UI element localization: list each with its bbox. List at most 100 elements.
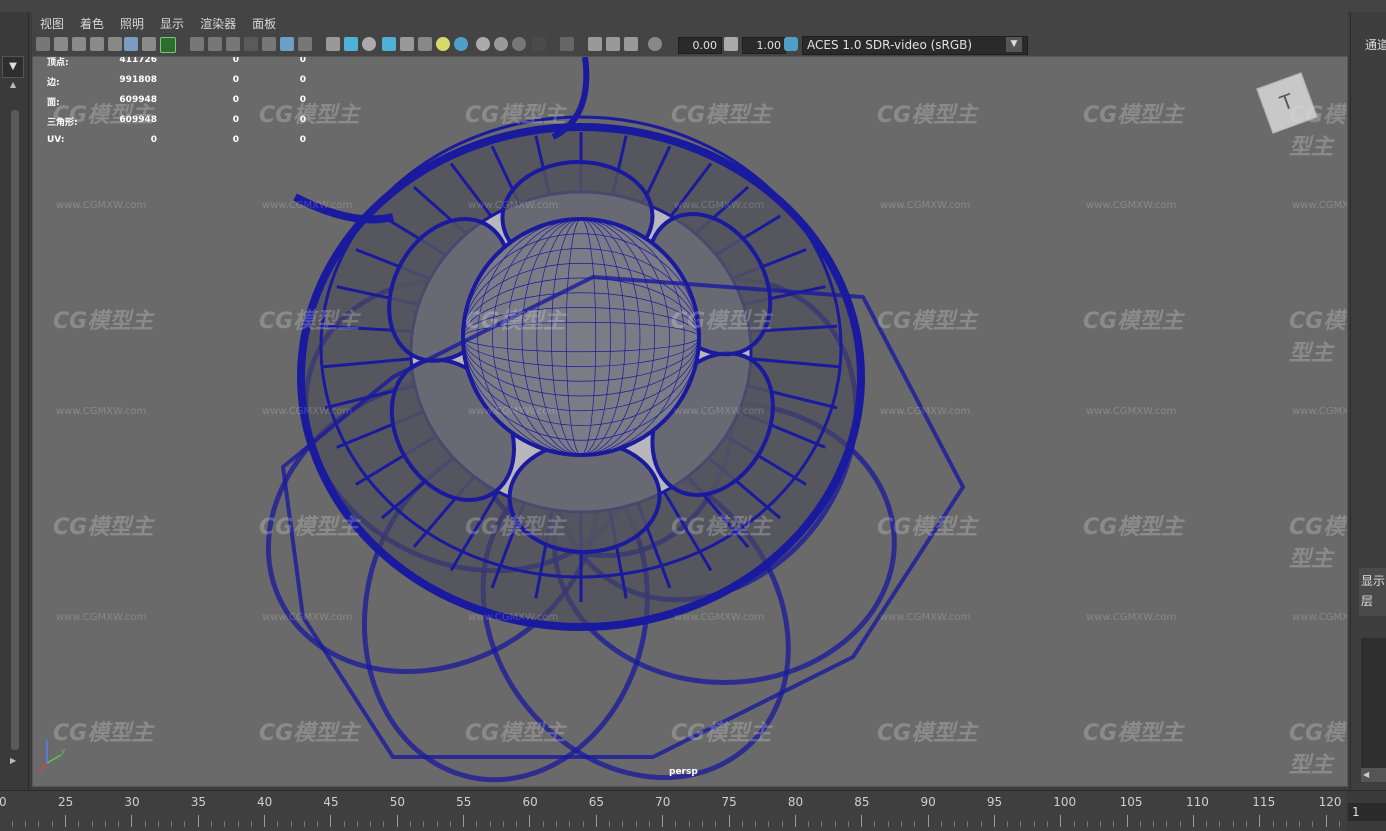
resolution-gate-icon[interactable] — [226, 37, 240, 51]
grid-icon[interactable] — [190, 37, 204, 51]
default-material-icon[interactable] — [362, 37, 376, 51]
watermark-logo: CG模型主 — [259, 515, 360, 540]
exposure-field[interactable]: 0.00 — [678, 37, 722, 54]
major-tick — [1259, 815, 1261, 827]
exposure-icon[interactable] — [648, 37, 662, 51]
chevron-down-icon[interactable]: ▼ — [1006, 37, 1022, 52]
camera-attributes-icon[interactable] — [54, 37, 68, 51]
scroll-down-arrow-icon[interactable]: ▶ — [10, 756, 16, 765]
axis-z-label: z — [45, 737, 49, 745]
menu-view[interactable]: 视图 — [32, 15, 72, 32]
color-management-icon[interactable] — [784, 37, 798, 51]
2d-pan-zoom-icon[interactable] — [124, 37, 138, 51]
tick-label: 90 — [920, 795, 936, 809]
gamma-field[interactable]: 1.00 — [742, 37, 786, 54]
menu-show[interactable]: 显示 — [152, 15, 192, 32]
minor-tick — [502, 821, 504, 827]
layer-list[interactable] — [1361, 638, 1386, 768]
wireframe-model — [265, 57, 966, 783]
minor-tick — [1232, 821, 1234, 827]
hud-value: 991808 — [119, 75, 157, 85]
select-camera-icon[interactable] — [36, 37, 50, 51]
wireframe-on-shaded-icon[interactable] — [382, 37, 396, 51]
grease-pencil-icon[interactable] — [142, 37, 156, 51]
textured-icon[interactable] — [400, 37, 414, 51]
image-plane-icon[interactable] — [90, 37, 104, 51]
watermark-url: www.CGMXW.com — [674, 612, 765, 623]
screen-space-ao-icon[interactable] — [454, 37, 468, 51]
hud-value: 0 — [232, 95, 239, 105]
scroll-left-arrow-icon[interactable]: ◀ — [1361, 768, 1386, 782]
smooth-shade-icon[interactable] — [344, 37, 358, 51]
time-slider[interactable]: 0 25 30 35 40 45 50 55 60 65 70 75 80 85 90 95 100 105 110… — [0, 790, 1386, 831]
channel-box-tab[interactable]: 通道 — [1365, 36, 1386, 53]
gamma-icon[interactable] — [724, 37, 738, 51]
multisample-aa-icon[interactable] — [494, 37, 508, 51]
xray-active-component-icon[interactable] — [588, 37, 602, 51]
left-dropdown-button[interactable]: ▼ — [2, 56, 24, 78]
shadows-icon[interactable] — [436, 37, 450, 51]
scroll-up-arrow-icon[interactable]: ▲ — [10, 80, 16, 89]
xray-joints-icon[interactable] — [606, 37, 620, 51]
bookmark-camera-icon[interactable] — [72, 37, 86, 51]
watermark-url: www.CGMXW.com — [1086, 406, 1177, 417]
perspective-viewport[interactable]: CG模型主 www.CGMXW.com CG模型主 www.CGMXW.com CG模型… — [32, 56, 1348, 787]
current-frame-field[interactable]: 1 — [1348, 803, 1386, 821]
center-sphere — [461, 217, 701, 457]
watermark-logo: CG模型主 — [259, 309, 360, 334]
major-tick — [927, 815, 929, 827]
watermark-url: www.CGMXW.com — [880, 612, 971, 623]
pencil-active-icon[interactable] — [160, 37, 176, 53]
minor-tick — [1166, 821, 1168, 827]
minor-tick — [1046, 821, 1048, 827]
isolate-select-icon[interactable] — [532, 37, 546, 51]
tick-label: 55 — [456, 795, 472, 809]
minor-tick — [516, 821, 518, 827]
film-gate-icon[interactable] — [208, 37, 222, 51]
display-tab[interactable]: 显示 — [1361, 572, 1385, 589]
motion-blur-icon[interactable] — [476, 37, 490, 51]
minor-tick — [980, 821, 982, 827]
minor-tick — [622, 821, 624, 827]
time-ruler[interactable]: 0 25 30 35 40 45 50 55 60 65 70 75 80 85 90 95 100 105 110… — [0, 791, 1346, 831]
color-space-dropdown[interactable]: ACES 1.0 SDR-video (sRGB) — [802, 36, 1028, 55]
watermark-logo: CG模型主 — [1083, 515, 1184, 540]
major-tick — [463, 815, 465, 827]
minor-tick — [741, 821, 743, 827]
safe-title-icon[interactable] — [298, 37, 312, 51]
hud-value: 0 — [232, 135, 239, 145]
menu-renderer[interactable]: 渲染器 — [192, 15, 244, 32]
watermark-url: www.CGMXW.com — [880, 406, 971, 417]
minor-tick — [317, 821, 319, 827]
backface-culling-icon[interactable] — [624, 37, 638, 51]
minor-tick — [144, 821, 146, 827]
menu-lighting[interactable]: 照明 — [112, 15, 152, 32]
layers-menu[interactable]: 层 — [1361, 592, 1373, 609]
menu-panels[interactable]: 面板 — [244, 15, 284, 32]
menu-shading[interactable]: 着色 — [72, 15, 112, 32]
minor-tick — [1153, 821, 1155, 827]
safe-action-icon[interactable] — [280, 37, 294, 51]
watermark-logo: CG模型主 — [1289, 515, 1346, 572]
minor-tick — [1033, 821, 1035, 827]
minor-tick — [38, 821, 40, 827]
minor-tick — [635, 821, 637, 827]
minor-tick — [1206, 821, 1208, 827]
major-tick — [1060, 815, 1062, 827]
axis-x-label: x — [39, 766, 43, 773]
wireframe-icon[interactable] — [326, 37, 340, 51]
field-chart-icon[interactable] — [262, 37, 276, 51]
left-scrollbar[interactable] — [11, 110, 19, 750]
depth-of-field-icon[interactable] — [512, 37, 526, 51]
watermark-url: www.CGMXW.com — [880, 200, 971, 211]
bookmark-icon[interactable] — [108, 37, 122, 51]
watermark-url: www.CGMXW.com — [1292, 612, 1347, 623]
use-all-lights-icon[interactable] — [418, 37, 432, 51]
minor-tick — [25, 821, 27, 827]
poly-count-hud: 顶点: 411726 0 0 边: 991808 0 0 面: 609948 0 0 三角形: 60994… — [47, 57, 347, 155]
major-tick — [861, 815, 863, 827]
major-tick — [65, 815, 66, 827]
model-wire-group — [265, 57, 966, 783]
gate-mask-icon[interactable] — [244, 37, 258, 51]
xray-icon[interactable] — [560, 37, 574, 51]
